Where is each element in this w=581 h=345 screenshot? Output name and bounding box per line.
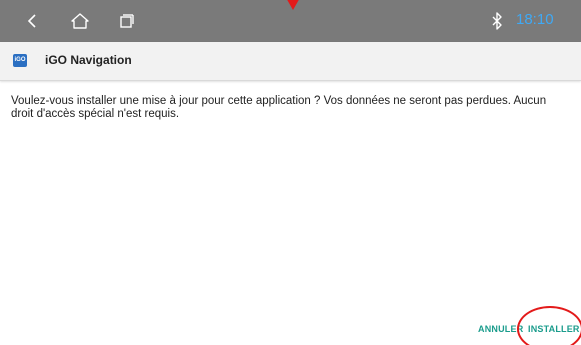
app-title: iGO Navigation xyxy=(45,53,132,67)
app-header: iGO iGO Navigation xyxy=(0,42,581,81)
igo-app-icon: iGO xyxy=(13,54,27,67)
install-update-screen: 18:10 iGO iGO Navigation Voulez-vous ins… xyxy=(0,0,581,345)
pointer-marker xyxy=(287,0,299,10)
recent-apps-button[interactable] xyxy=(108,0,144,42)
clock: 18:10 xyxy=(516,11,554,28)
install-highlight-annotation xyxy=(517,306,581,345)
home-icon xyxy=(71,13,89,29)
home-button[interactable] xyxy=(62,0,98,42)
back-button[interactable] xyxy=(14,0,50,42)
install-message: Voulez-vous installer une mise à jour po… xyxy=(11,95,547,120)
back-icon xyxy=(27,14,36,28)
bluetooth-icon xyxy=(492,12,502,30)
status-bar: 18:10 xyxy=(0,0,581,42)
recent-apps-icon xyxy=(120,14,134,28)
